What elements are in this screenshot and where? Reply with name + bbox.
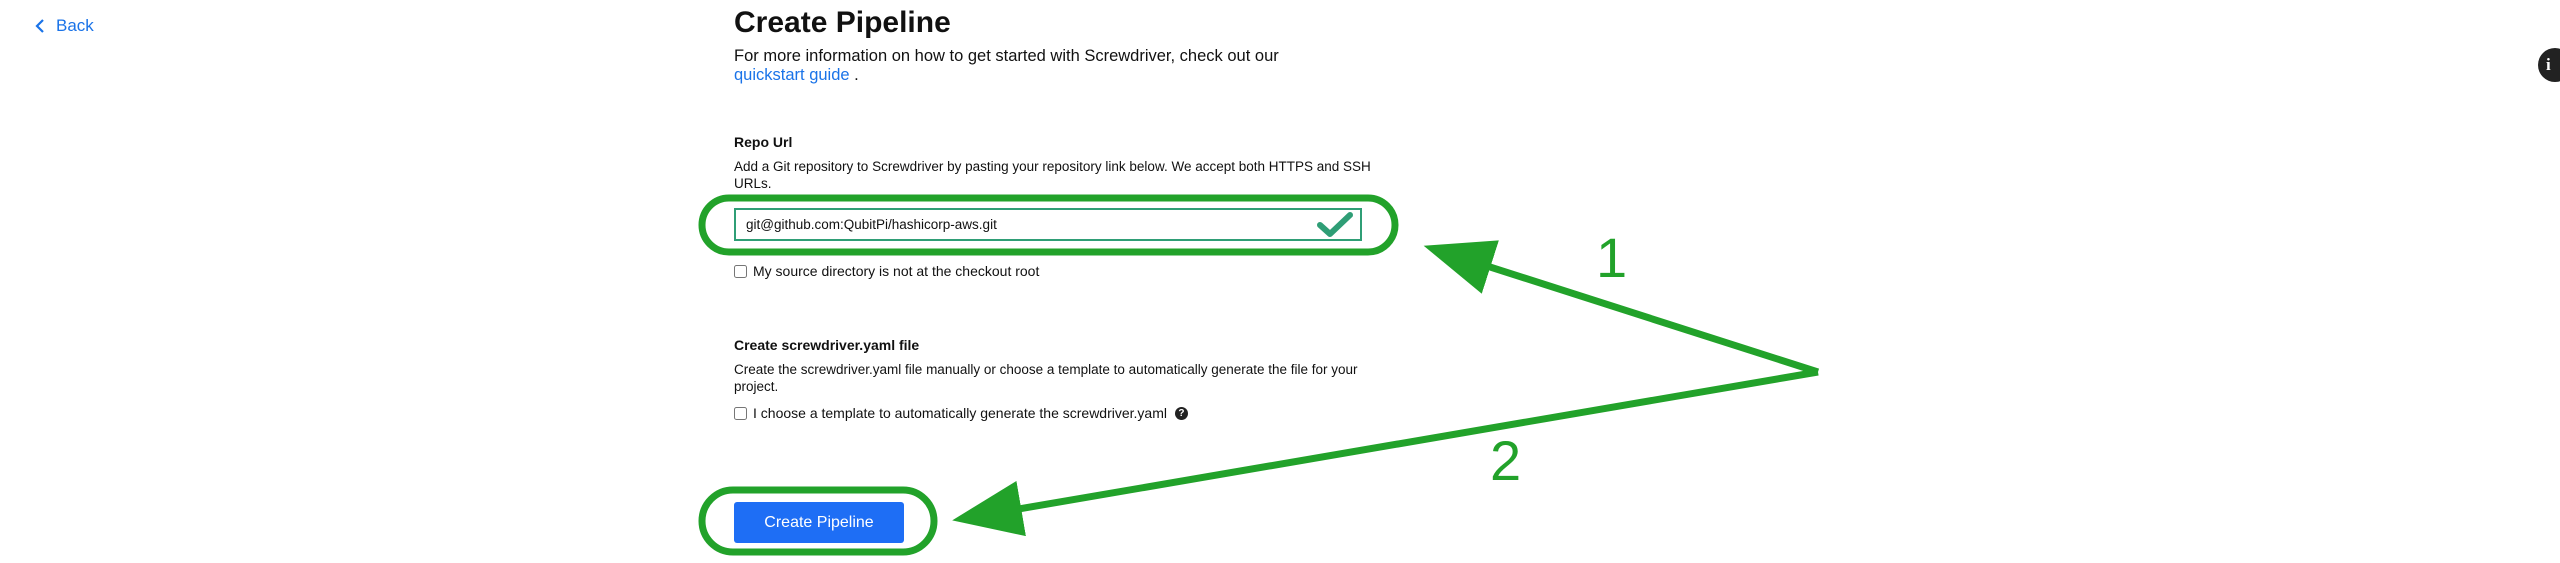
annotation-marker-2: 2 xyxy=(1490,429,1522,492)
yaml-section-label: Create screwdriver.yaml file xyxy=(734,337,920,353)
repo-url-input[interactable] xyxy=(736,210,1316,239)
source-directory-label: My source directory is not at the checko… xyxy=(753,263,1040,279)
source-directory-option[interactable]: My source directory is not at the checko… xyxy=(734,263,1039,279)
quickstart-guide-link[interactable]: quickstart guide xyxy=(734,66,850,84)
repo-url-description: Add a Git repository to Screwdriver by p… xyxy=(734,159,1371,191)
back-link[interactable]: Back xyxy=(34,16,94,36)
checkmark-icon xyxy=(1317,212,1353,237)
back-label: Back xyxy=(56,16,94,35)
arrow-to-repo-input xyxy=(1423,240,1820,376)
source-directory-checkbox[interactable] xyxy=(734,264,747,278)
create-pipeline-page: Back Create Pipeline For more informatio… xyxy=(0,0,2560,563)
page-title: Create Pipeline xyxy=(734,6,951,39)
intro-text-body: For more information on how to get start… xyxy=(734,47,1279,65)
yaml-section-description: Create the screwdriver.yaml file manuall… xyxy=(734,362,1358,394)
template-option[interactable]: I choose a template to automatically gen… xyxy=(734,405,1188,421)
intro-text: For more information on how to get start… xyxy=(734,47,1344,85)
create-pipeline-button[interactable]: Create Pipeline xyxy=(734,502,904,543)
template-checkbox[interactable] xyxy=(734,406,747,420)
repo-url-field xyxy=(734,208,1362,241)
chevron-left-icon xyxy=(35,19,44,33)
template-label: I choose a template to automatically gen… xyxy=(753,405,1167,421)
annotation-marker-1: 1 xyxy=(1596,226,1628,289)
intro-text-suffix: . xyxy=(849,66,859,84)
repo-url-label: Repo Url xyxy=(734,134,793,150)
info-icon[interactable]: i xyxy=(2538,48,2560,82)
question-circle-icon[interactable]: ? xyxy=(1174,406,1188,420)
